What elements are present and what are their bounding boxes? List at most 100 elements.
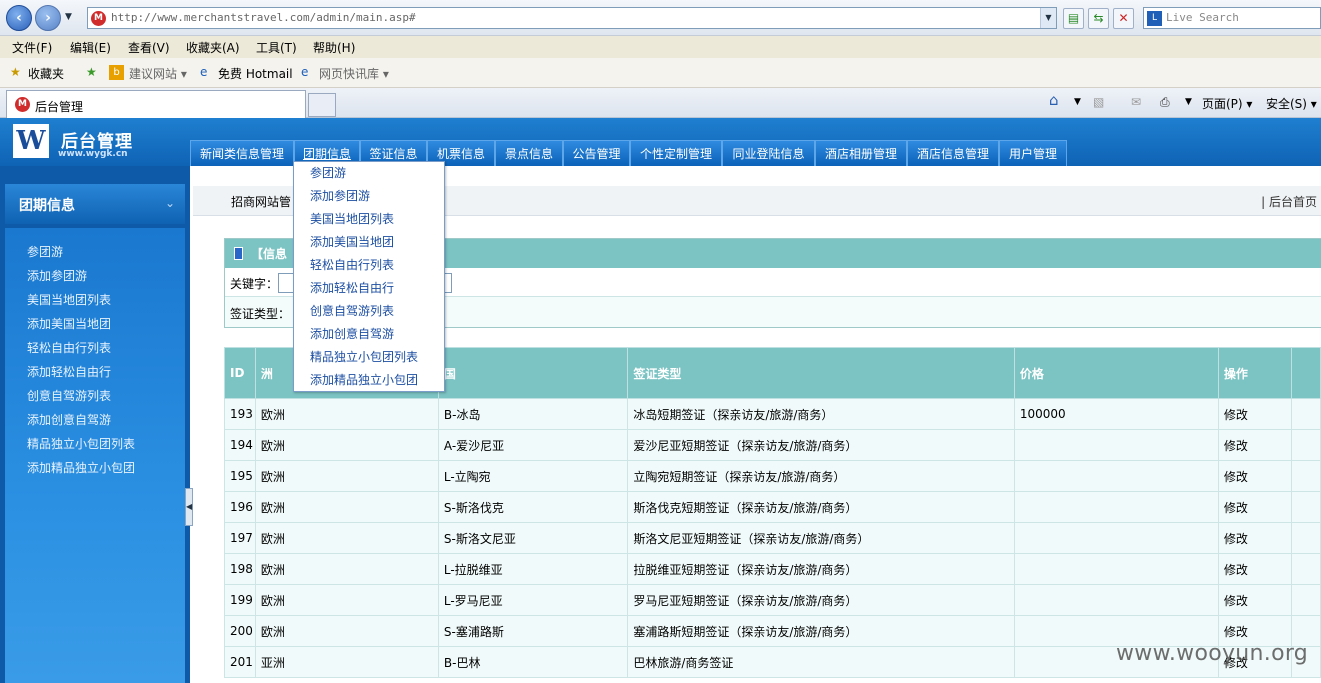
hotmail-link[interactable]: 免费 Hotmail — [218, 65, 293, 82]
cell-extra — [1291, 522, 1321, 554]
browser-window: ‹ › ▼ M http://www.merchantstravel.com/a… — [0, 0, 1321, 683]
menu-file[interactable]: 文件(F) — [12, 39, 52, 56]
nav-custom[interactable]: 个性定制管理 — [630, 140, 722, 166]
cell-price: 100000 — [1013, 398, 1219, 430]
sidebar: 团期信息 ⌄ 参团游 添加参团游 美国当地团列表 添加美国当地团 轻松自由行列表… — [0, 166, 190, 683]
webslice-link[interactable]: 网页快讯库 ▾ — [319, 65, 389, 82]
home-dropdown-icon[interactable]: ▼ — [1074, 97, 1081, 107]
cell-action[interactable]: 修改 — [1217, 398, 1293, 430]
url-dropdown-icon[interactable]: ▼ — [1040, 8, 1056, 28]
cell-continent: 欧洲 — [254, 460, 439, 492]
menu-tools[interactable]: 工具(T) — [256, 39, 297, 56]
cell-id: 201 — [224, 646, 256, 678]
col-header-country[interactable]: 国 — [437, 347, 629, 399]
dropdown-item-group-tour[interactable]: 参团游 — [310, 164, 346, 181]
tab-admin[interactable]: M 后台管理 — [6, 90, 306, 118]
cell-country: B-巴林 — [437, 646, 629, 678]
sidebar-menu: 参团游 添加参团游 美国当地团列表 添加美国当地团 轻松自由行列表 添加轻松自由… — [5, 228, 185, 683]
compat-view-icon[interactable]: ▤ — [1063, 8, 1084, 29]
menu-view[interactable]: 查看(V) — [128, 39, 170, 56]
refresh-icon[interactable]: ⇆ — [1088, 8, 1109, 29]
nav-peer-login[interactable]: 同业登陆信息 — [722, 140, 815, 166]
cell-continent: 欧洲 — [254, 398, 439, 430]
home-icon[interactable]: ⌂ — [1049, 91, 1059, 109]
dropdown-item-private-group-list[interactable]: 精品独立小包团列表 — [310, 348, 418, 365]
cell-action[interactable]: 修改 — [1217, 429, 1293, 461]
dropdown-item-free-travel-list[interactable]: 轻松自由行列表 — [310, 256, 394, 273]
sidebar-item-add-us-local[interactable]: 添加美国当地团 — [27, 315, 111, 332]
page-menu[interactable]: 页面(P) ▾ — [1202, 95, 1252, 112]
cell-id: 195 — [224, 460, 256, 492]
new-tab-button[interactable] — [308, 93, 336, 117]
back-arrow-icon[interactable]: ‹ — [6, 5, 32, 31]
col-header-price[interactable]: 价格 — [1013, 347, 1219, 399]
dropdown-item-add-us-local[interactable]: 添加美国当地团 — [310, 233, 394, 250]
sidebar-item-us-local-list[interactable]: 美国当地团列表 — [27, 291, 111, 308]
sidebar-item-add-self-drive[interactable]: 添加创意自驾游 — [27, 411, 111, 428]
cell-continent: 欧洲 — [254, 615, 439, 647]
cell-action[interactable]: 修改 — [1217, 584, 1293, 616]
print-icon[interactable]: ⎙ — [1160, 95, 1170, 110]
bing-icon: b — [109, 65, 124, 80]
sidebar-item-group-tour[interactable]: 参团游 — [27, 243, 63, 260]
sidebar-item-private-group-list[interactable]: 精品独立小包团列表 — [27, 435, 135, 452]
sidebar-item-add-free-travel[interactable]: 添加轻松自由行 — [27, 363, 111, 380]
nav-hotel-album[interactable]: 酒店相册管理 — [815, 140, 907, 166]
cell-continent: 欧洲 — [254, 522, 439, 554]
menu-help[interactable]: 帮助(H) — [313, 39, 355, 56]
col-header-visa-type[interactable]: 签证类型 — [627, 347, 1015, 399]
col-header-id[interactable]: ID — [224, 347, 256, 399]
sidebar-item-self-drive-list[interactable]: 创意自驾游列表 — [27, 387, 111, 404]
cell-price — [1013, 429, 1219, 461]
nav-users[interactable]: 用户管理 — [999, 140, 1067, 166]
cell-visa-type: 斯洛伐克短期签证（探亲访友/旅游/商务） — [627, 491, 1015, 523]
search-input[interactable]: L Live Search — [1143, 7, 1321, 29]
feeds-icon[interactable]: ▧ — [1093, 95, 1104, 109]
nav-attractions[interactable]: 景点信息 — [495, 140, 563, 166]
col-header-action[interactable]: 操作 — [1217, 347, 1293, 399]
nav-hotel-info[interactable]: 酒店信息管理 — [907, 140, 999, 166]
dropdown-item-us-local-list[interactable]: 美国当地团列表 — [310, 210, 394, 227]
tour-dates-dropdown: 参团游 添加参团游 美国当地团列表 添加美国当地团 轻松自由行列表 添加轻松自由… — [293, 161, 445, 392]
menu-bar: 文件(F) 编辑(E) 查看(V) 收藏夹(A) 工具(T) 帮助(H) — [0, 36, 1321, 58]
suggested-sites-link[interactable]: 建议网站 ▾ — [129, 65, 187, 82]
history-dropdown-icon[interactable]: ▼ — [65, 12, 72, 22]
sidebar-item-add-private-group[interactable]: 添加精品独立小包团 — [27, 459, 135, 476]
menu-favorites[interactable]: 收藏夹(A) — [186, 39, 240, 56]
favorites-button[interactable]: 收藏夹 — [28, 65, 64, 82]
cell-action[interactable]: 修改 — [1217, 460, 1293, 492]
nav-announcements[interactable]: 公告管理 — [563, 140, 630, 166]
sidebar-item-free-travel-list[interactable]: 轻松自由行列表 — [27, 339, 111, 356]
cell-action[interactable]: 修改 — [1217, 522, 1293, 554]
cell-country: S-斯洛文尼亚 — [437, 522, 629, 554]
menu-edit[interactable]: 编辑(E) — [70, 39, 111, 56]
collapse-chevron-icon[interactable]: ⌄ — [165, 196, 175, 210]
info-icon — [234, 247, 243, 260]
cell-price — [1013, 491, 1219, 523]
dropdown-item-add-self-drive[interactable]: 添加创意自驾游 — [310, 325, 394, 342]
table-row: 194 欧洲 A-爱沙尼亚 爱沙尼亚短期签证（探亲访友/旅游/商务） 修改 — [224, 429, 1321, 461]
nav-news[interactable]: 新闻类信息管理 — [190, 140, 294, 166]
safety-menu[interactable]: 安全(S) ▾ — [1266, 95, 1317, 112]
cell-action[interactable]: 修改 — [1217, 491, 1293, 523]
cell-action[interactable]: 修改 — [1217, 553, 1293, 585]
mail-icon[interactable]: ✉ — [1131, 95, 1141, 109]
forward-arrow-icon[interactable]: › — [35, 5, 61, 31]
url-text: http://www.merchantstravel.com/admin/mai… — [111, 11, 416, 24]
sidebar-header[interactable]: 团期信息 ⌄ — [5, 184, 185, 224]
dropdown-item-add-private-group[interactable]: 添加精品独立小包团 — [310, 371, 418, 388]
add-favorite-icon[interactable]: ★ — [86, 65, 97, 79]
cell-visa-type: 立陶宛短期签证（探亲访友/旅游/商务） — [627, 460, 1015, 492]
stop-icon[interactable]: ✕ — [1113, 8, 1134, 29]
address-toolbar: ‹ › ▼ M http://www.merchantstravel.com/a… — [0, 0, 1321, 36]
dropdown-item-add-group-tour[interactable]: 添加参团游 — [310, 187, 370, 204]
cell-country: S-塞浦路斯 — [437, 615, 629, 647]
sidebar-toggle-icon[interactable]: ◀ — [185, 488, 193, 526]
print-dropdown-icon[interactable]: ▼ — [1185, 97, 1192, 107]
sidebar-item-add-group-tour[interactable]: 添加参团游 — [27, 267, 87, 284]
dropdown-item-add-free-travel[interactable]: 添加轻松自由行 — [310, 279, 394, 296]
admin-home-link[interactable]: | 后台首页 — [1261, 193, 1317, 210]
keyword-label: 关键字： — [230, 277, 279, 291]
dropdown-item-self-drive-list[interactable]: 创意自驾游列表 — [310, 302, 394, 319]
address-input[interactable]: M http://www.merchantstravel.com/admin/m… — [87, 7, 1057, 29]
